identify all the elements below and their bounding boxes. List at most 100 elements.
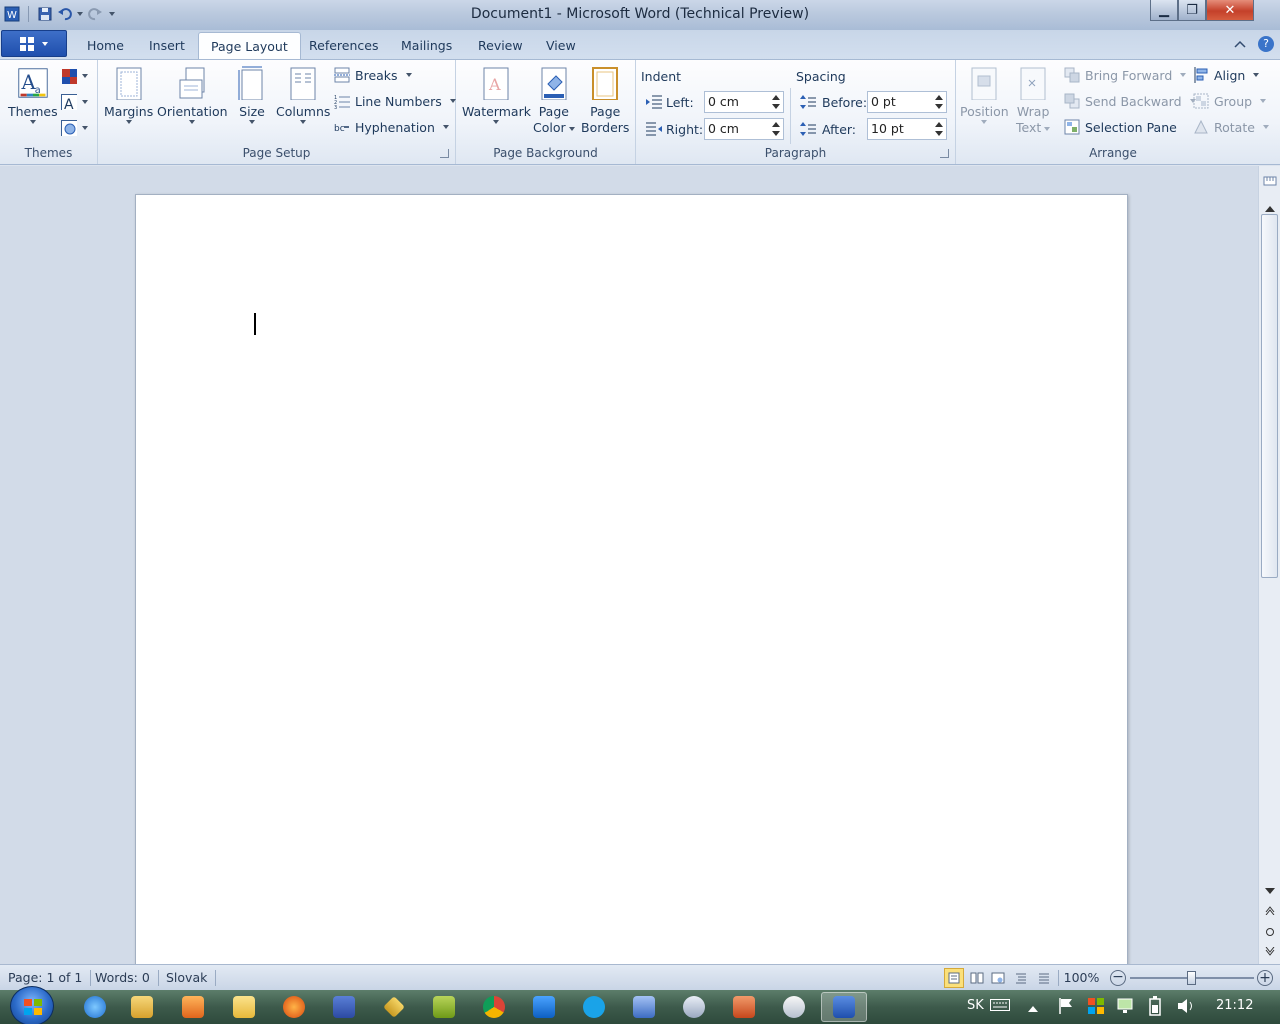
theme-effects-button[interactable]	[61, 118, 88, 138]
align-label: Align	[1214, 67, 1246, 83]
show-hidden-icons-icon[interactable]	[1028, 1001, 1038, 1016]
title-bar: W Document1 - Microsoft Word (Technical …	[0, 0, 1280, 30]
theme-fonts-button[interactable]: A	[61, 92, 88, 112]
spacing-before-input[interactable]: 0 pt	[867, 91, 947, 113]
watermark-button[interactable]: A Watermark	[462, 66, 531, 124]
line-numbers-button[interactable]: 123 Line Numbers	[334, 91, 456, 111]
zoom-level[interactable]: 100%	[1058, 970, 1104, 986]
select-browse-object-icon[interactable]	[1265, 926, 1275, 940]
language-indicator[interactable]: Slovak	[158, 970, 217, 986]
spacing-after-input[interactable]: 10 pt	[867, 118, 947, 140]
next-page-icon[interactable]	[1265, 946, 1275, 960]
tray-office-icon[interactable]	[1087, 997, 1105, 1019]
group-page-setup: Margins Orientation Size Columns Breaks …	[98, 60, 456, 164]
taskbar-app-icon[interactable]	[671, 992, 717, 1022]
file-menu-icon	[20, 36, 34, 51]
page-borders-button[interactable]: Page Borders	[581, 66, 629, 136]
minimize-ribbon-icon[interactable]	[1234, 38, 1246, 52]
taskbar-chrome-icon[interactable]	[471, 992, 517, 1022]
tab-review[interactable]: Review	[466, 35, 535, 59]
tab-home[interactable]: Home	[75, 35, 136, 59]
tab-insert[interactable]: Insert	[137, 35, 197, 59]
start-button[interactable]	[10, 986, 54, 1024]
bring-forward-button[interactable]: Bring Forward	[1064, 65, 1187, 85]
tab-page-layout[interactable]: Page Layout	[198, 32, 301, 60]
zoom-out-button[interactable]: −	[1110, 970, 1126, 986]
indent-left-input[interactable]: 0 cm	[704, 91, 784, 113]
input-language[interactable]: SK	[967, 998, 984, 1013]
taskbar-paint-icon[interactable]	[771, 992, 817, 1022]
view-ruler-icon[interactable]	[1263, 174, 1277, 191]
file-menu-button[interactable]	[1, 30, 67, 57]
draft-view-button[interactable]	[1034, 968, 1054, 988]
scroll-down-icon[interactable]	[1264, 884, 1276, 898]
send-backward-button[interactable]: Send Backward	[1064, 91, 1196, 111]
zoom-slider-thumb[interactable]	[1187, 971, 1196, 985]
size-button[interactable]: Size	[236, 66, 268, 124]
orientation-label: Orientation	[157, 104, 228, 119]
file-menu-arrow-icon	[42, 41, 48, 46]
position-button[interactable]: Position	[960, 66, 1009, 124]
align-button[interactable]: Align	[1193, 65, 1260, 85]
battery-icon[interactable]	[1147, 996, 1165, 1020]
taskbar-folder-icon[interactable]	[221, 992, 267, 1022]
tab-view[interactable]: View	[534, 35, 588, 59]
taskbar-skype-icon[interactable]	[571, 992, 617, 1022]
wrap-text-button[interactable]: Wrap Text	[1016, 66, 1051, 136]
page-borders-icon	[592, 67, 619, 100]
taskbar-save-app-icon[interactable]	[321, 992, 367, 1022]
page-count[interactable]: Page: 1 of 1	[0, 970, 92, 986]
selection-pane-button[interactable]: Selection Pane	[1064, 117, 1177, 137]
minimize-button[interactable]: ▁	[1150, 0, 1178, 21]
theme-colors-button[interactable]	[61, 66, 88, 86]
draft-icon	[1039, 973, 1049, 984]
themes-button[interactable]: A a Themes	[8, 66, 58, 124]
outline-view-button[interactable]	[1011, 968, 1031, 988]
web-layout-button[interactable]	[988, 968, 1008, 988]
clock[interactable]: 21:12	[1216, 998, 1253, 1013]
taskbar-android-icon[interactable]	[421, 992, 467, 1022]
keyboard-icon[interactable]	[990, 999, 1010, 1015]
margins-button[interactable]: Margins	[104, 66, 153, 124]
scrollbar-thumb[interactable]	[1261, 214, 1278, 578]
network-icon[interactable]	[1116, 997, 1136, 1019]
page-color-label-1: Page	[538, 104, 569, 119]
taskbar-teamviewer-icon[interactable]	[521, 992, 567, 1022]
page-setup-launcher-icon[interactable]	[440, 149, 449, 158]
taskbar-explorer-icon[interactable]	[119, 992, 165, 1022]
taskbar-powerpoint-icon[interactable]	[721, 992, 767, 1022]
full-screen-reading-button[interactable]	[967, 968, 987, 988]
previous-page-icon[interactable]	[1265, 904, 1275, 918]
indent-right-input[interactable]: 0 cm	[704, 118, 784, 140]
web-layout-icon	[991, 972, 1005, 984]
tab-mailings[interactable]: Mailings	[389, 35, 464, 59]
print-layout-view-button[interactable]	[944, 968, 964, 988]
close-button[interactable]: ✕	[1206, 0, 1254, 21]
taskbar-virtualbox-icon[interactable]	[621, 992, 667, 1022]
action-center-flag-icon[interactable]	[1058, 997, 1074, 1019]
breaks-button[interactable]: Breaks	[334, 65, 412, 85]
taskbar-firefox-icon[interactable]	[271, 992, 317, 1022]
taskbar-media-player-icon[interactable]	[170, 992, 216, 1022]
taskbar-word-icon[interactable]	[821, 992, 867, 1022]
hyphenation-button[interactable]: bc Hyphenation	[334, 117, 449, 137]
rotate-button[interactable]: Rotate	[1193, 117, 1269, 137]
taskbar-ie-icon[interactable]	[72, 992, 118, 1022]
theme-colors-icon	[62, 69, 77, 84]
columns-button[interactable]: Columns	[276, 66, 330, 124]
zoom-in-button[interactable]: +	[1257, 970, 1273, 986]
word-count[interactable]: Words: 0	[87, 970, 159, 986]
paragraph-divider	[790, 88, 791, 144]
volume-icon[interactable]	[1176, 997, 1196, 1019]
page-color-button[interactable]: Page Color	[533, 66, 575, 136]
help-icon[interactable]: ?	[1258, 36, 1274, 52]
orientation-button[interactable]: Orientation	[157, 66, 228, 124]
maximize-button[interactable]: ❐	[1178, 0, 1206, 21]
ribbon: A a Themes A Themes Margins Orientation …	[0, 59, 1280, 165]
group-button[interactable]: Group	[1193, 91, 1267, 111]
paragraph-launcher-icon[interactable]	[940, 149, 949, 158]
document-page[interactable]	[135, 194, 1128, 974]
vertical-scrollbar[interactable]	[1258, 166, 1280, 964]
tab-references[interactable]: References	[297, 35, 390, 59]
taskbar-pen-icon[interactable]	[371, 992, 417, 1022]
